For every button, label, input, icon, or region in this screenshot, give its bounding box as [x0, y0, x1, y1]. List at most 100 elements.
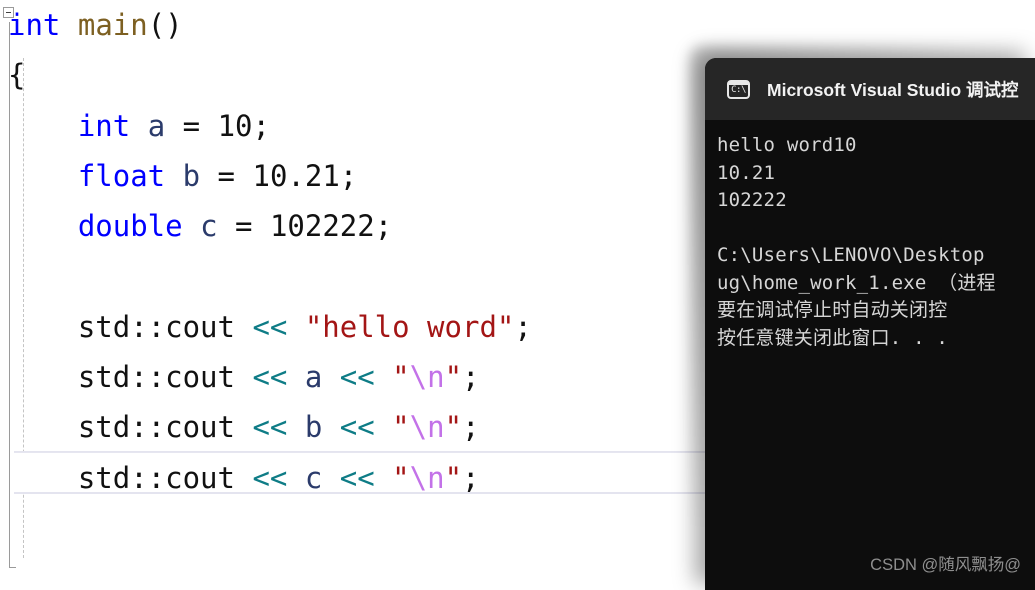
code-token: double	[77, 209, 183, 244]
code-token: =	[165, 108, 218, 143]
code-token: ;	[374, 209, 393, 244]
code-token: a	[304, 360, 323, 395]
console-output-line: C:\Users\LENOVO\Desktop	[717, 244, 985, 266]
console-output-area[interactable]: hello word10 10.21 102222 C:\Users\LENOVO\…	[705, 120, 1035, 590]
code-line[interactable]: std::cout << a << "\n";	[8, 352, 532, 402]
console-output-line: 102222	[717, 189, 787, 211]
code-token: ;	[462, 360, 480, 395]
code-line[interactable]: double c = 102222;	[8, 201, 532, 251]
code-token: 102222	[269, 209, 375, 244]
code-token: float	[77, 158, 166, 193]
code-line[interactable]	[8, 553, 532, 590]
code-token: "	[392, 410, 410, 445]
code-token: <<	[339, 460, 375, 495]
console-output-line: 10.21	[717, 161, 776, 184]
code-line[interactable]: std::cout << "hello word";	[8, 302, 532, 352]
code-token: "	[392, 360, 410, 395]
code-token: ;	[339, 158, 358, 193]
debug-console-window[interactable]: C:\ Microsoft Visual Studio 调试控 hello wo…	[705, 58, 1035, 590]
code-line[interactable]: {	[8, 50, 532, 100]
code-line[interactable]: std::cout << c << "\n";	[8, 453, 532, 503]
code-token: std::cout	[77, 309, 235, 344]
code-token: ;	[252, 108, 270, 143]
code-line[interactable]: float b = 10.21;	[8, 151, 532, 201]
code-line[interactable]: std::cout << b << "\n";	[8, 402, 532, 452]
code-line[interactable]	[8, 503, 532, 553]
code-token: ()	[147, 8, 183, 42]
screenshot-root: int main() { int a = 10; float b = 10.21;…	[0, 0, 1035, 590]
code-token: c	[304, 460, 323, 495]
code-token: \n	[409, 460, 445, 495]
code-token: ;	[462, 410, 480, 445]
code-token: c	[200, 209, 218, 244]
code-token: int	[77, 108, 131, 143]
console-title-bar[interactable]: C:\ Microsoft Visual Studio 调试控	[705, 58, 1035, 120]
code-token: <<	[252, 309, 288, 344]
code-token: 10.21	[252, 158, 340, 193]
code-token: b	[182, 158, 201, 193]
code-token: b	[304, 410, 323, 445]
code-token: \n	[409, 410, 445, 445]
code-token: <<	[339, 360, 375, 395]
code-token: <<	[252, 360, 288, 395]
code-token: \n	[409, 360, 445, 395]
console-output-line: 按任意键关闭此窗口. . .	[717, 326, 948, 349]
code-token: "	[444, 410, 463, 445]
console-output-line	[717, 215, 1035, 243]
code-token: =	[217, 209, 270, 244]
code-token: {	[8, 58, 26, 93]
code-token: <<	[252, 410, 288, 445]
cmd-prompt-icon: C:\	[727, 79, 750, 99]
code-token: a	[147, 108, 166, 143]
code-line[interactable]	[8, 251, 532, 301]
csdn-watermark: CSDN @随风飘扬@	[870, 556, 1021, 574]
code-token: ;	[514, 309, 532, 344]
cmd-prompt-icon-label: C:\	[731, 84, 746, 95]
code-token: ;	[462, 460, 480, 495]
code-token: <<	[339, 410, 375, 445]
code-line[interactable]: int main()	[8, 0, 532, 50]
code-token: "	[444, 460, 463, 495]
code-token: int	[8, 8, 61, 42]
console-window-title: Microsoft Visual Studio 调试控	[767, 79, 1019, 100]
code-token: "	[444, 360, 463, 395]
code-token: main	[77, 8, 148, 42]
code-token: std::cout	[77, 360, 235, 395]
code-token: std::cout	[77, 410, 235, 445]
code-token: "hello word"	[304, 309, 515, 344]
code-token: 10	[217, 108, 253, 143]
code-line[interactable]: int a = 10;	[8, 101, 532, 151]
code-token: =	[200, 158, 253, 193]
console-output-line: ug\home_work_1.exe （进程	[717, 271, 996, 294]
code-token: std::cout	[77, 460, 235, 495]
console-output-line: 要在调试停止时自动关闭控	[717, 299, 948, 321]
code-token: <<	[252, 460, 288, 495]
code-text[interactable]: int main() { int a = 10; float b = 10.21;…	[8, 0, 532, 590]
console-output-text: hello word10 10.21 102222 C:\Users\LENOVO\…	[717, 132, 1035, 352]
code-token: "	[392, 460, 410, 495]
